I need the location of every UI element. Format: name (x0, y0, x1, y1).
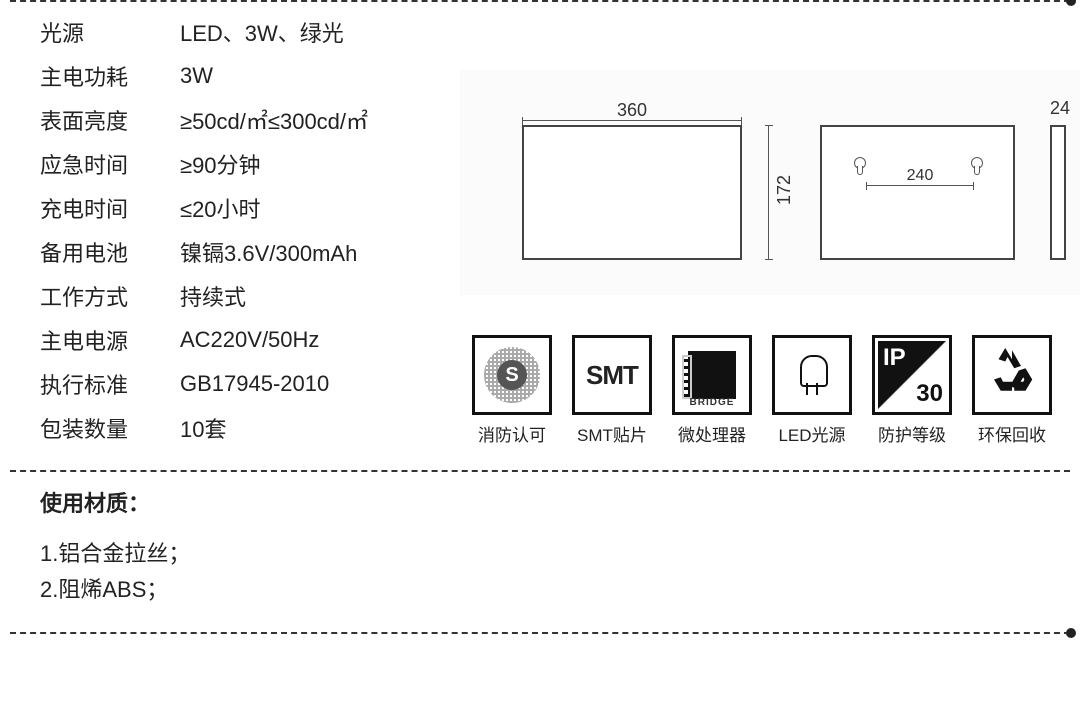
materials-item: 2.阻烯ABS； (40, 572, 1080, 608)
certification-strip: S 消防认可 SMT SMT贴片 BRIDGE 微处理器 LED光源 IP 30… (470, 335, 1054, 446)
spec-label: 光源 (40, 16, 180, 48)
spec-label: 表面亮度 (40, 104, 180, 136)
spec-label: 工作方式 (40, 280, 180, 312)
dimension-width-line (522, 120, 742, 121)
dimension-height: 172 (760, 125, 780, 260)
cert-label: 防护等级 (878, 421, 946, 446)
spec-row: 工作方式持续式 (40, 274, 460, 318)
spec-value: 10套 (180, 412, 226, 444)
spec-row: 充电时间≤20小时 (40, 186, 460, 230)
spec-table: 光源LED、3W、绿光 主电功耗3W 表面亮度≥50cd/㎡≤300cd/㎡ 应… (40, 10, 460, 450)
cert-led: LED光源 (770, 335, 854, 446)
dimension-height-label: 172 (774, 175, 795, 205)
spec-value: ≤20小时 (180, 192, 261, 224)
back-view-box: 240 (820, 125, 1015, 260)
spec-label: 主电功耗 (40, 60, 180, 92)
cert-smt: SMT SMT贴片 (570, 335, 654, 446)
spec-value: ≥90分钟 (180, 148, 261, 180)
fire-approval-icon: S (472, 335, 552, 415)
divider-top (10, 0, 1070, 2)
spec-value: 持续式 (180, 280, 246, 312)
spec-label: 备用电池 (40, 236, 180, 268)
spec-label: 包装数量 (40, 412, 180, 444)
cert-label: LED光源 (778, 421, 845, 446)
spec-row: 主电功耗3W (40, 54, 460, 98)
ip-text: IP (883, 344, 906, 372)
front-view-box (522, 125, 742, 260)
spec-label: 应急时间 (40, 148, 180, 180)
cert-ip-rating: IP 30 防护等级 (870, 335, 954, 446)
led-icon (772, 335, 852, 415)
smt-icon: SMT (572, 335, 652, 415)
materials-title: 使用材质： (40, 486, 1080, 518)
cert-label: SMT贴片 (577, 421, 647, 446)
smt-text: SMT (586, 360, 638, 391)
side-view-box (1050, 125, 1066, 260)
spec-label: 主电电源 (40, 324, 180, 356)
divider-bottom (10, 632, 1070, 634)
spec-row: 包装数量10套 (40, 406, 460, 450)
dimension-mount-label: 240 (870, 167, 970, 185)
spec-row: 表面亮度≥50cd/㎡≤300cd/㎡ (40, 98, 460, 142)
spec-value: GB17945-2010 (180, 371, 329, 397)
materials-section: 使用材质： 1.铝合金拉丝； 2.阻烯ABS； (0, 472, 1080, 622)
s-mark-letter: S (497, 360, 527, 390)
bridge-text: BRIDGE (675, 397, 749, 408)
cert-fire-approval: S 消防认可 (470, 335, 554, 446)
spec-value: 镍镉3.6V/300mAh (180, 236, 357, 268)
spec-row: 主电电源AC220V/50Hz (40, 318, 460, 362)
spec-row: 光源LED、3W、绿光 (40, 10, 460, 54)
cert-microprocessor: BRIDGE 微处理器 (670, 335, 754, 446)
cert-label: 环保回收 (978, 421, 1046, 446)
spec-value: 3W (180, 63, 213, 89)
cert-recycle: 环保回收 (970, 335, 1054, 446)
spec-value: ≥50cd/㎡≤300cd/㎡ (180, 104, 368, 136)
ip-rating-icon: IP 30 (872, 335, 952, 415)
keyhole-icon (969, 157, 983, 175)
cert-label: 消防认可 (478, 421, 546, 446)
spec-value: AC220V/50Hz (180, 327, 319, 353)
ip-number: 30 (916, 380, 943, 408)
divider-mid (10, 470, 1070, 472)
spec-row: 执行标准GB17945-2010 (40, 362, 460, 406)
spec-label: 充电时间 (40, 192, 180, 224)
spec-value: LED、3W、绿光 (180, 16, 344, 48)
materials-list: 1.铝合金拉丝； 2.阻烯ABS； (40, 536, 1080, 608)
recycle-icon (972, 335, 1052, 415)
spec-row: 应急时间≥90分钟 (40, 142, 460, 186)
spec-row: 备用电池镍镉3.6V/300mAh (40, 230, 460, 274)
dimension-mount-line (866, 185, 974, 186)
dimension-width-label: 360 (522, 100, 742, 121)
dimension-diagram: 360 172 240 24 (460, 70, 1080, 295)
dimension-depth-label: 24 (1050, 98, 1070, 119)
cert-label: 微处理器 (678, 421, 746, 446)
materials-item: 1.铝合金拉丝； (40, 536, 1080, 572)
chip-icon: BRIDGE (672, 335, 752, 415)
keyhole-icon (852, 157, 866, 175)
spec-label: 执行标准 (40, 368, 180, 400)
